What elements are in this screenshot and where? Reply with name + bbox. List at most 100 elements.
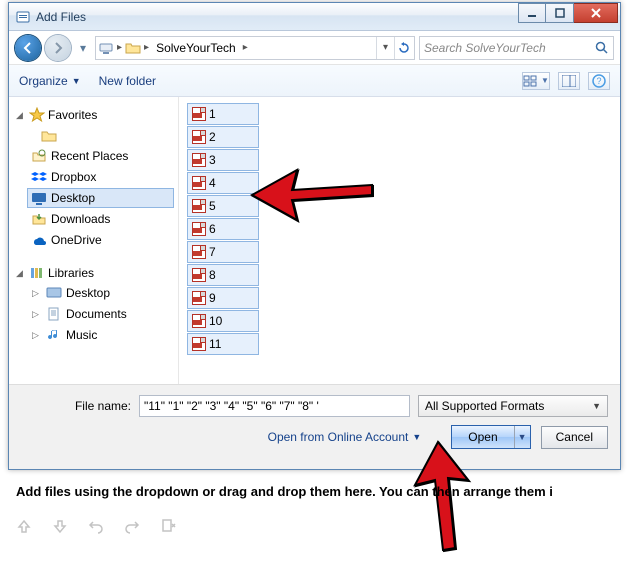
tree-item-onedrive[interactable]: OneDrive xyxy=(27,230,174,250)
cancel-button[interactable]: Cancel xyxy=(541,426,608,449)
tree-item[interactable]: ▷ Documents xyxy=(27,304,174,324)
tree-item-recent[interactable]: Recent Places xyxy=(27,146,174,166)
command-bar: Organize ▼ New folder ▼ ? xyxy=(9,65,620,97)
maximize-button[interactable] xyxy=(546,3,574,23)
breadcrumb-segment[interactable]: SolveYourTech xyxy=(152,39,240,57)
pdf-icon xyxy=(192,268,206,282)
organize-label: Organize xyxy=(19,74,68,88)
back-button[interactable] xyxy=(15,35,41,61)
chevron-down-icon: ▼ xyxy=(72,76,81,86)
open-button[interactable]: Open ▼ xyxy=(451,425,530,449)
pdf-icon xyxy=(192,222,206,236)
tree-item[interactable]: ▷ Music xyxy=(27,325,174,345)
cancel-label: Cancel xyxy=(556,430,593,444)
file-item[interactable]: 10 xyxy=(187,310,259,332)
tree-label: Libraries xyxy=(48,266,94,280)
pdf-icon xyxy=(192,107,206,121)
titlebar: Add Files xyxy=(9,3,620,31)
file-type-filter[interactable]: All Supported Formats ▼ xyxy=(418,395,608,417)
expand-icon[interactable]: ◢ xyxy=(15,268,24,279)
pdf-icon xyxy=(192,199,206,213)
tree-label: Desktop xyxy=(66,286,110,300)
page-hint: Add files using the dropdown or drag and… xyxy=(16,484,620,499)
pdf-icon xyxy=(192,245,206,259)
tree-item[interactable] xyxy=(37,125,174,145)
move-up-icon[interactable] xyxy=(14,516,34,536)
file-item[interactable]: 2 xyxy=(187,126,259,148)
chevron-down-icon: ▼ xyxy=(541,76,549,85)
refresh-button[interactable] xyxy=(394,37,412,59)
svg-text:?: ? xyxy=(596,76,601,86)
file-name: 1 xyxy=(209,107,216,121)
app-icon xyxy=(15,9,31,25)
tree-item[interactable]: ▷ Desktop xyxy=(27,283,174,303)
tree-label: Dropbox xyxy=(51,170,96,184)
preview-pane-button[interactable] xyxy=(558,72,580,90)
tree-label: Recent Places xyxy=(51,149,128,163)
search-input[interactable]: Search SolveYourTech xyxy=(419,36,614,60)
file-item[interactable]: 6 xyxy=(187,218,259,240)
folder-icon xyxy=(125,40,141,56)
expand-icon[interactable]: ◢ xyxy=(15,110,24,121)
tree-label: OneDrive xyxy=(51,233,102,247)
filename-input[interactable] xyxy=(139,395,410,417)
path-dropdown[interactable]: ▾ xyxy=(376,37,394,59)
redo-icon[interactable] xyxy=(122,516,142,536)
undo-icon[interactable] xyxy=(86,516,106,536)
chevron-right-icon: ▸ xyxy=(144,42,149,53)
open-dropdown[interactable]: ▼ xyxy=(514,426,530,448)
tree-label: Downloads xyxy=(51,212,110,226)
tree-item-dropbox[interactable]: Dropbox xyxy=(27,167,174,187)
expand-icon[interactable]: ▷ xyxy=(31,309,40,320)
view-options[interactable]: ▼ xyxy=(522,72,550,90)
minimize-button[interactable] xyxy=(518,3,546,23)
dropbox-icon xyxy=(31,169,47,185)
filename-label: File name: xyxy=(21,399,131,413)
file-name: 7 xyxy=(209,245,216,259)
tree-item-desktop[interactable]: Desktop xyxy=(27,188,174,208)
dialog-body: ◢ Favorites Recent Places Dropbox Deskto… xyxy=(9,97,620,384)
documents-icon xyxy=(46,306,62,322)
breadcrumb[interactable]: ▸ ▸ SolveYourTech ▸ ▾ xyxy=(95,36,415,60)
file-list[interactable]: 1 2345 6 7 89 10 11 xyxy=(179,97,620,384)
recent-places-icon xyxy=(31,148,47,164)
move-down-icon[interactable] xyxy=(50,516,70,536)
open-online-account[interactable]: Open from Online Account ▼ xyxy=(268,430,422,444)
search-placeholder: Search SolveYourTech xyxy=(424,41,546,55)
onedrive-icon xyxy=(31,232,47,248)
file-item[interactable]: 11 xyxy=(187,333,259,355)
organize-menu[interactable]: Organize ▼ xyxy=(19,74,81,88)
navigation-tree[interactable]: ◢ Favorites Recent Places Dropbox Deskto… xyxy=(9,97,179,384)
file-item[interactable]: 8 xyxy=(187,264,259,286)
file-item[interactable]: 7 xyxy=(187,241,259,263)
history-dropdown[interactable]: ▾ xyxy=(75,35,91,61)
file-item[interactable]: 9 xyxy=(187,287,259,309)
tree-item-downloads[interactable]: Downloads xyxy=(27,209,174,229)
computer-icon xyxy=(98,40,114,56)
add-files-dialog: Add Files ▾ ▸ xyxy=(8,2,621,470)
file-item[interactable]: 3 xyxy=(187,149,259,171)
star-icon xyxy=(29,107,45,123)
file-name: 6 xyxy=(209,222,216,236)
file-item[interactable]: 1 xyxy=(187,103,259,125)
tree-label: Desktop xyxy=(51,191,95,205)
pdf-icon xyxy=(192,291,206,305)
help-button[interactable]: ? xyxy=(588,72,610,90)
new-folder-button[interactable]: New folder xyxy=(99,74,156,88)
tree-label: Documents xyxy=(66,307,127,321)
delete-icon[interactable] xyxy=(158,516,178,536)
libraries-group[interactable]: ◢ Libraries xyxy=(15,265,170,281)
file-item[interactable]: 4 xyxy=(187,172,259,194)
window-controls xyxy=(518,3,618,23)
file-item[interactable]: 5 xyxy=(187,195,259,217)
desktop-icon xyxy=(31,190,47,206)
expand-icon[interactable]: ▷ xyxy=(31,288,40,299)
desktop-library-icon xyxy=(46,285,62,301)
favorites-group[interactable]: ◢ Favorites xyxy=(15,107,170,123)
forward-button[interactable] xyxy=(45,35,71,61)
close-button[interactable] xyxy=(574,3,618,23)
file-name: 10 xyxy=(209,314,222,328)
window-title: Add Files xyxy=(36,10,518,24)
expand-icon[interactable]: ▷ xyxy=(31,330,40,341)
file-name: 11 xyxy=(209,337,221,351)
